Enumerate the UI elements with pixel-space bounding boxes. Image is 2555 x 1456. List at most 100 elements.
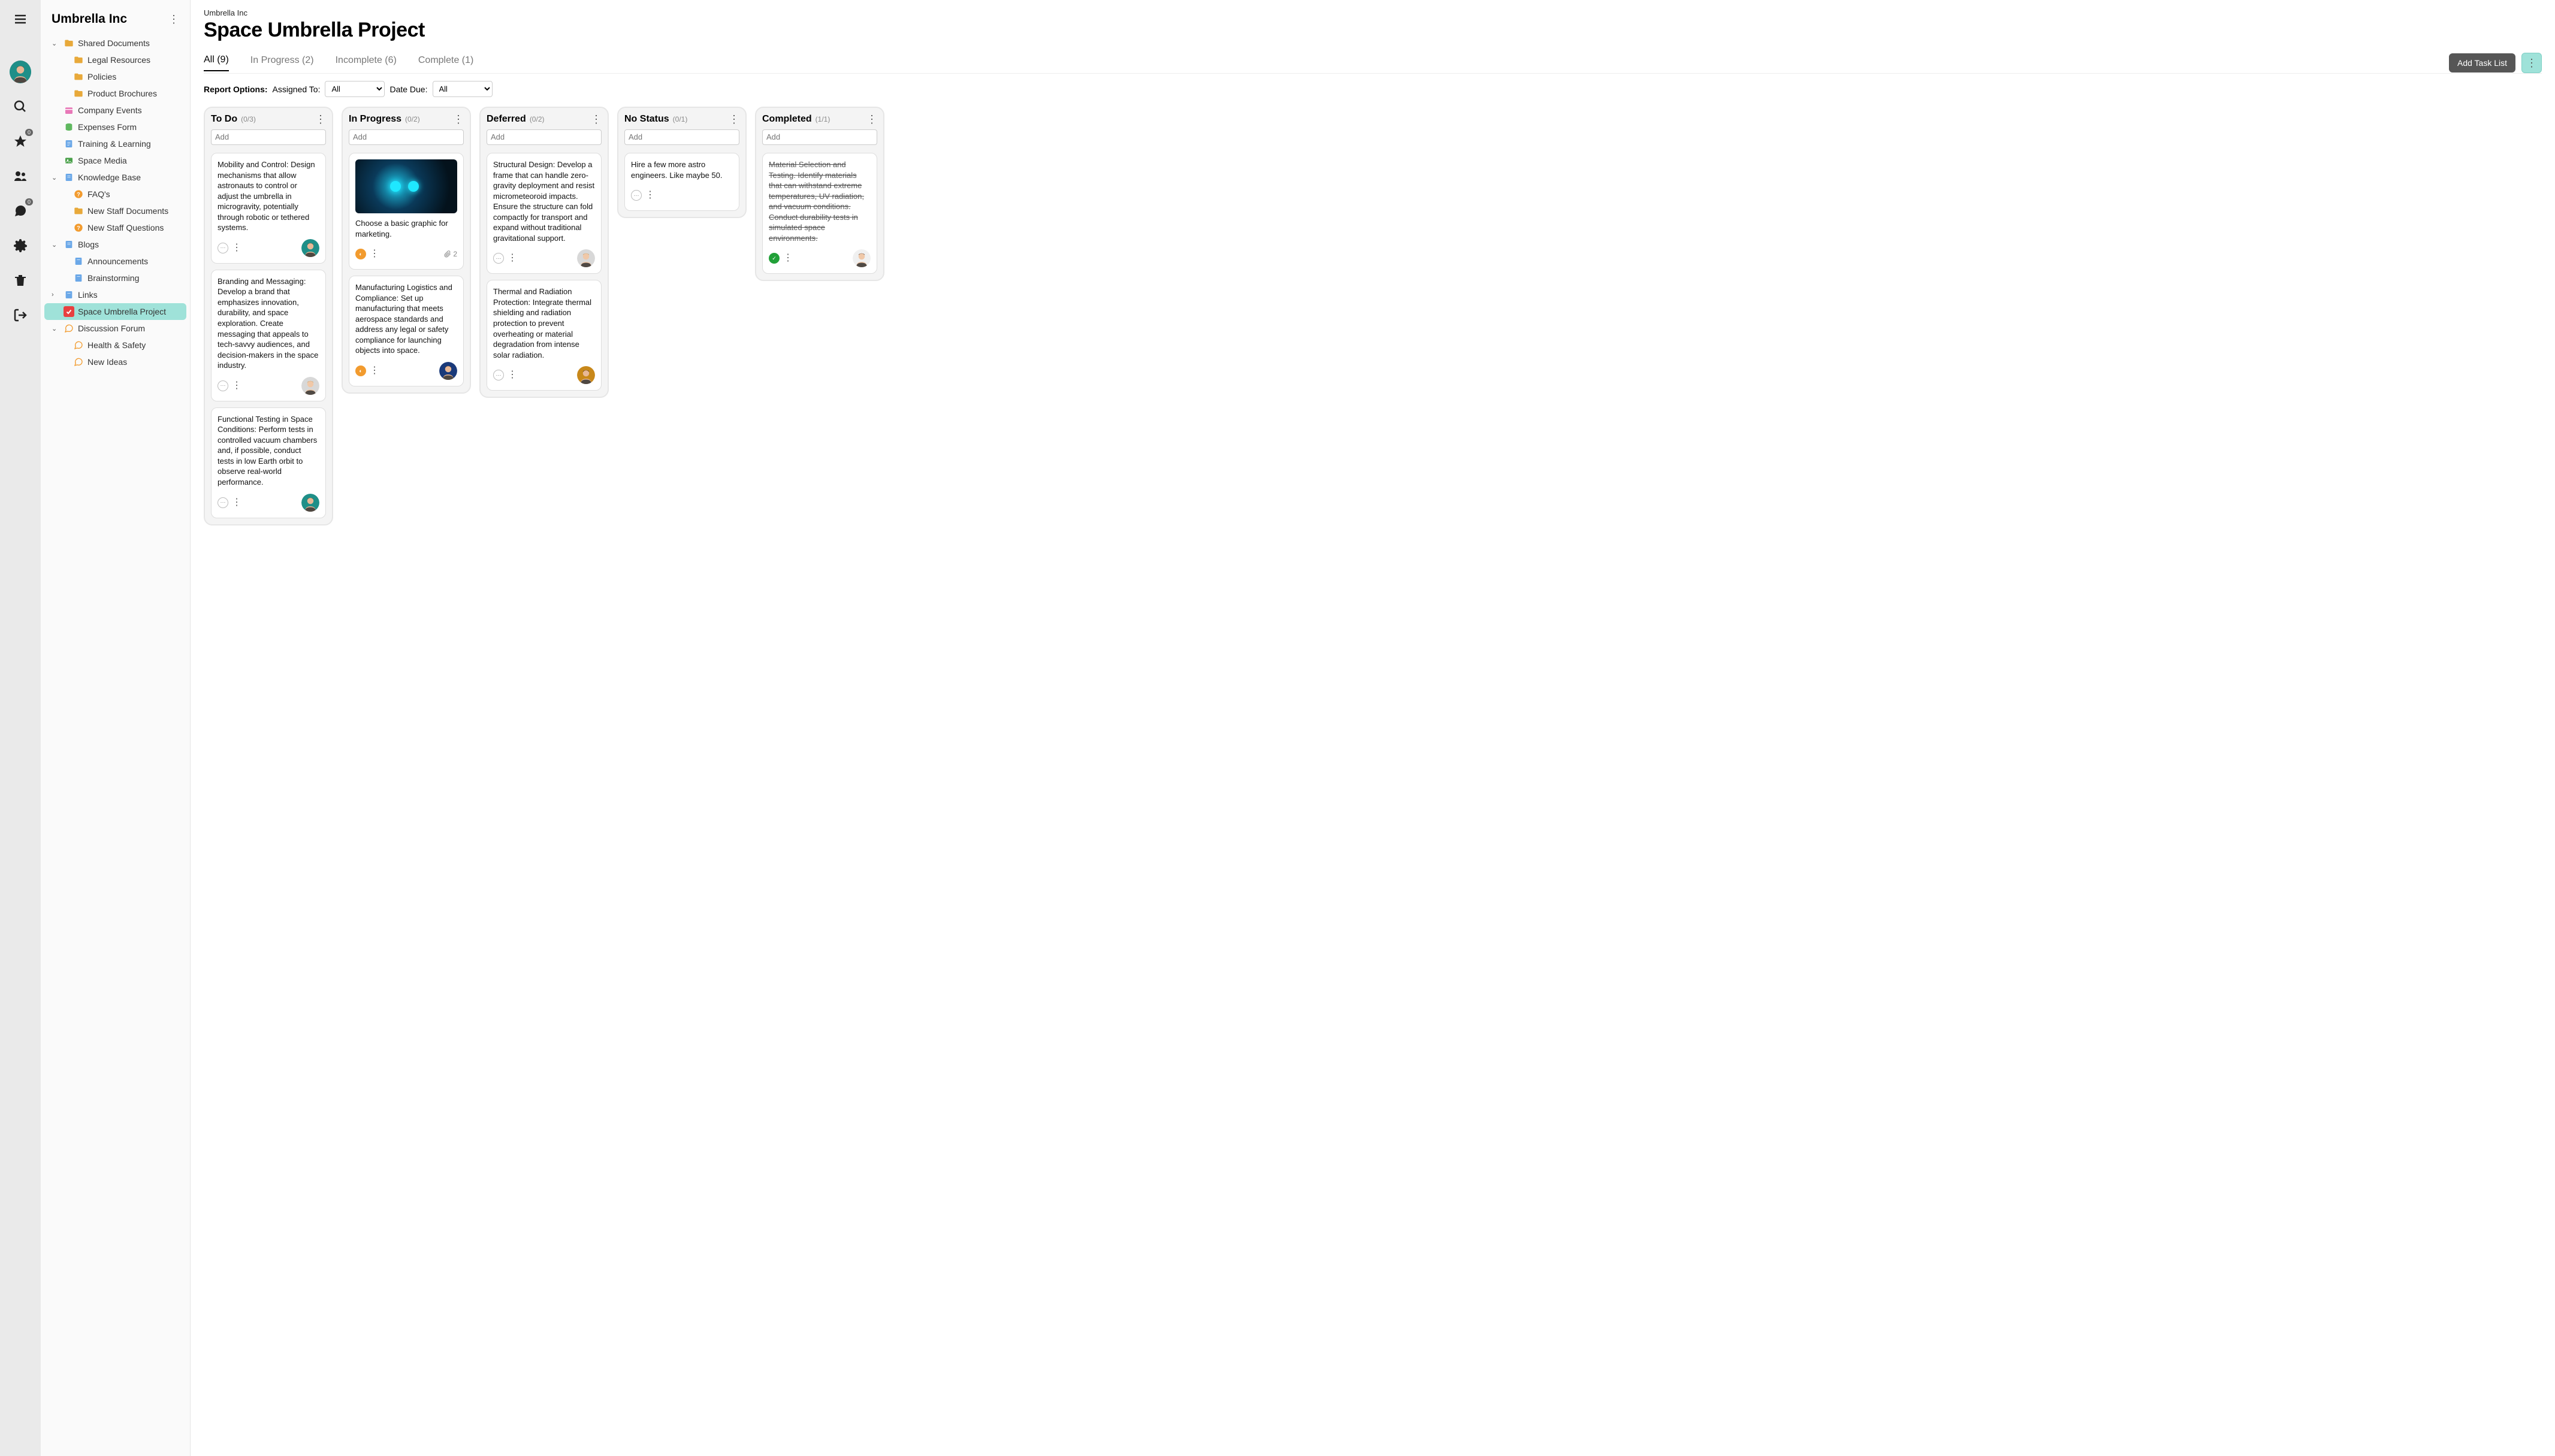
tab-complete[interactable]: Complete (1) xyxy=(418,55,473,71)
column-menu-icon[interactable]: ⋮ xyxy=(315,114,326,125)
card-image xyxy=(355,159,457,213)
assignee-avatar[interactable] xyxy=(577,249,595,267)
add-card-input[interactable] xyxy=(762,129,877,145)
card-menu-icon[interactable]: ⋮ xyxy=(232,498,241,508)
tree-item-ideas[interactable]: New Ideas xyxy=(44,354,186,370)
task-card[interactable]: Structural Design: Develop a frame that … xyxy=(487,153,602,274)
tree-item-newstaff-q[interactable]: ?New Staff Questions xyxy=(44,219,186,236)
add-card-input[interactable] xyxy=(349,129,464,145)
column-menu-icon[interactable]: ⋮ xyxy=(591,114,602,125)
add-card-input[interactable] xyxy=(211,129,326,145)
task-card[interactable]: Branding and Messaging: Develop a brand … xyxy=(211,270,326,401)
date-due-label: Date Due: xyxy=(389,84,427,94)
assignee-avatar[interactable] xyxy=(301,494,319,512)
card-text: Material Selection and Testing. Identify… xyxy=(769,159,871,243)
assignee-avatar[interactable] xyxy=(301,377,319,395)
tree-item-space-media[interactable]: Space Media xyxy=(44,152,186,169)
hamburger-icon[interactable] xyxy=(10,8,31,30)
column-title: In Progress xyxy=(349,114,401,125)
tree-item-training[interactable]: Training & Learning xyxy=(44,135,186,152)
date-due-select[interactable]: All xyxy=(433,81,493,97)
add-task-list-button[interactable]: Add Task List xyxy=(2449,53,2515,73)
svg-text:?: ? xyxy=(77,191,80,197)
tree-item-faqs[interactable]: ?FAQ's xyxy=(44,186,186,203)
tree-item-announcements[interactable]: Announcements xyxy=(44,253,186,270)
add-card-input[interactable] xyxy=(624,129,739,145)
tree-item-events[interactable]: Company Events xyxy=(44,102,186,119)
tree-item-policies[interactable]: Policies xyxy=(44,68,186,85)
card-menu-icon[interactable]: ⋮ xyxy=(645,191,655,200)
task-card[interactable]: Mobility and Control: Design mechanisms … xyxy=(211,153,326,264)
assigned-to-select[interactable]: All xyxy=(325,81,385,97)
search-icon[interactable] xyxy=(10,96,31,117)
status-inprogress-icon[interactable]: ◐ xyxy=(355,249,366,259)
board-menu-button[interactable]: ⋮ xyxy=(2521,53,2542,73)
assignee-avatar[interactable] xyxy=(439,362,457,380)
assignee-avatar[interactable] xyxy=(577,366,595,384)
card-menu-icon[interactable]: ⋮ xyxy=(508,370,517,380)
card-menu-icon[interactable]: ⋮ xyxy=(370,249,379,259)
task-card[interactable]: Material Selection and Testing. Identify… xyxy=(762,153,877,274)
breadcrumb[interactable]: Umbrella Inc xyxy=(204,8,2542,17)
page-title: Space Umbrella Project xyxy=(204,19,2542,42)
tree-item-health[interactable]: Health & Safety xyxy=(44,337,186,354)
attachment-indicator[interactable]: 2 xyxy=(444,250,457,258)
tree-item-links[interactable]: ›Links xyxy=(44,286,186,303)
tree-item-newstaff-docs[interactable]: New Staff Documents xyxy=(44,203,186,219)
task-card[interactable]: Functional Testing in Space Conditions: … xyxy=(211,407,326,518)
add-card-input[interactable] xyxy=(487,129,602,145)
card-menu-icon[interactable]: ⋮ xyxy=(370,366,379,376)
card-text: Mobility and Control: Design mechanisms … xyxy=(218,159,319,233)
tree-item-brochures[interactable]: Product Brochures xyxy=(44,85,186,102)
card-menu-icon[interactable]: ⋮ xyxy=(232,381,241,391)
status-complete-icon[interactable]: ✓ xyxy=(769,253,780,264)
tab-incomplete[interactable]: Incomplete (6) xyxy=(336,55,397,71)
favorites-icon[interactable]: 0 xyxy=(10,131,31,152)
tab-all[interactable]: All (9) xyxy=(204,55,229,71)
people-icon[interactable] xyxy=(10,165,31,187)
task-card[interactable]: Thermal and Radiation Protection: Integr… xyxy=(487,280,602,391)
trash-icon[interactable] xyxy=(10,270,31,291)
column-completed: Completed(1/1)⋮ Material Selection and T… xyxy=(755,107,884,281)
tree-item-brainstorming[interactable]: Brainstorming xyxy=(44,270,186,286)
card-text: Functional Testing in Space Conditions: … xyxy=(218,414,319,488)
task-card[interactable]: Choose a basic graphic for marketing. ◐ ⋮… xyxy=(349,153,464,270)
column-menu-icon[interactable]: ⋮ xyxy=(866,114,877,125)
status-none-icon[interactable]: ⋯ xyxy=(493,253,504,264)
status-none-icon[interactable]: ⋯ xyxy=(218,497,228,508)
logout-icon[interactable] xyxy=(10,304,31,326)
status-inprogress-icon[interactable]: ◐ xyxy=(355,365,366,376)
tree-item-legal[interactable]: Legal Resources xyxy=(44,52,186,68)
task-card[interactable]: Manufacturing Logistics and Compliance: … xyxy=(349,276,464,386)
status-none-icon[interactable]: ⋯ xyxy=(493,370,504,380)
column-menu-icon[interactable]: ⋮ xyxy=(729,114,739,125)
assignee-avatar[interactable] xyxy=(853,249,871,267)
status-none-icon[interactable]: ⋯ xyxy=(218,243,228,253)
assignee-avatar[interactable] xyxy=(301,239,319,257)
task-card[interactable]: Hire a few more astro engineers. Like ma… xyxy=(624,153,739,211)
chat-icon[interactable]: 0 xyxy=(10,200,31,222)
kanban-board: To Do(0/3)⋮ Mobility and Control: Design… xyxy=(204,107,2542,525)
tree-item-kb[interactable]: ⌄Knowledge Base xyxy=(44,169,186,186)
tree-item-blogs[interactable]: ⌄Blogs xyxy=(44,236,186,253)
card-text: Branding and Messaging: Develop a brand … xyxy=(218,276,319,371)
filter-row: Report Options: Assigned To: All Date Du… xyxy=(204,81,2542,97)
card-menu-icon[interactable]: ⋮ xyxy=(508,253,517,263)
column-in-progress: In Progress(0/2)⋮ Choose a basic graphic… xyxy=(342,107,471,394)
tab-in-progress[interactable]: In Progress (2) xyxy=(250,55,314,71)
tree-item-expenses[interactable]: Expenses Form xyxy=(44,119,186,135)
tree-item-shared-docs[interactable]: ⌄Shared Documents xyxy=(44,35,186,52)
user-avatar[interactable] xyxy=(10,61,31,83)
tree-item-space-project[interactable]: Space Umbrella Project xyxy=(44,303,186,320)
status-none-icon[interactable]: ⋯ xyxy=(631,190,642,201)
card-menu-icon[interactable]: ⋮ xyxy=(232,243,241,253)
tree-item-forum[interactable]: ⌄Discussion Forum xyxy=(44,320,186,337)
card-text: Choose a basic graphic for marketing. xyxy=(355,218,457,239)
column-deferred: Deferred(0/2)⋮ Structural Design: Develo… xyxy=(479,107,609,398)
workspace-menu-icon[interactable]: ⋮ xyxy=(168,14,179,25)
settings-icon[interactable] xyxy=(10,235,31,256)
card-menu-icon[interactable]: ⋮ xyxy=(783,253,793,263)
column-no-status: No Status(0/1)⋮ Hire a few more astro en… xyxy=(617,107,747,218)
column-menu-icon[interactable]: ⋮ xyxy=(453,114,464,125)
status-none-icon[interactable]: ⋯ xyxy=(218,380,228,391)
